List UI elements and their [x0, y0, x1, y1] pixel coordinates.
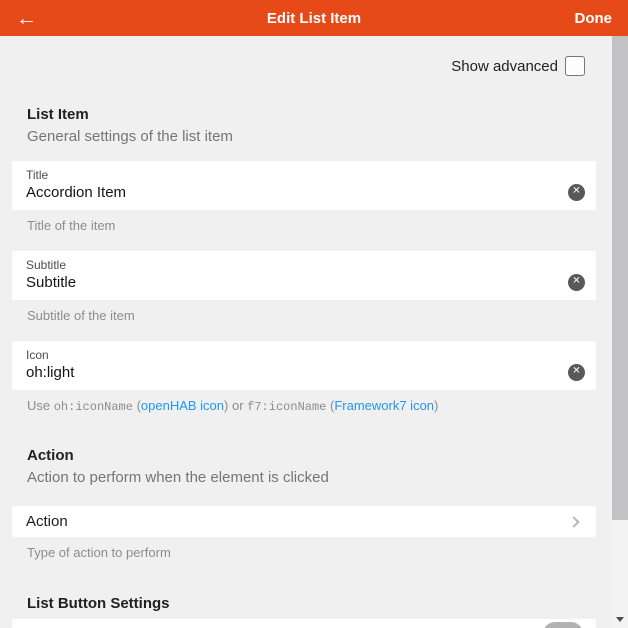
icon-hint-text: Use	[27, 398, 54, 413]
list-button-card	[12, 619, 596, 628]
show-advanced-checkbox[interactable]	[565, 56, 585, 76]
show-advanced-row: Show advanced	[0, 56, 585, 76]
action-row[interactable]: Action	[12, 506, 596, 537]
icon-input[interactable]	[26, 363, 536, 383]
icon-hint-text: ) or	[224, 398, 247, 413]
subtitle-field-hint: Subtitle of the item	[27, 308, 601, 323]
edit-list-item-page: Show advanced List Item General settings…	[0, 36, 628, 628]
section-desc-list-item: General settings of the list item	[27, 129, 601, 145]
icon-hint-mono-f7: f7:iconName	[247, 400, 326, 414]
page-title: Edit List Item	[0, 10, 628, 27]
back-arrow-icon[interactable]: ←	[16, 8, 56, 29]
scroll-down-arrow-icon	[616, 617, 624, 622]
subtitle-field-label: Subtitle	[26, 257, 582, 273]
clear-title-button[interactable]: ✕	[568, 184, 585, 201]
icon-field-label: Icon	[26, 347, 582, 363]
title-field-label: Title	[26, 167, 582, 183]
title-input[interactable]	[26, 183, 536, 203]
clear-icon-button[interactable]: ✕	[568, 364, 585, 381]
chevron-right-icon	[568, 516, 579, 527]
section-title-list-button-settings: List Button Settings	[27, 596, 601, 612]
icon-field-hint: Use oh:iconName (openHAB icon) or f7:ico…	[27, 398, 601, 415]
title-field-card: Title ✕	[12, 161, 596, 210]
clear-x-icon: ✕	[572, 187, 580, 197]
subtitle-field-card: Subtitle ✕	[12, 251, 596, 300]
clear-x-icon: ✕	[572, 277, 580, 287]
vertical-scrollbar	[612, 36, 628, 628]
icon-hint-text: (	[133, 398, 141, 413]
icon-hint-mono-oh: oh:iconName	[54, 400, 133, 414]
openhab-icon-link[interactable]: openHAB icon	[141, 398, 224, 413]
framework7-icon-link[interactable]: Framework7 icon	[334, 398, 434, 413]
section-desc-action: Action to perform when the element is cl…	[27, 470, 601, 486]
subtitle-input[interactable]	[26, 273, 536, 293]
navbar: ← Edit List Item Done	[0, 0, 628, 36]
icon-field-card: Icon ✕	[12, 341, 596, 390]
done-button[interactable]: Done	[575, 10, 613, 27]
section-title-list-item: List Item	[27, 107, 601, 123]
action-row-label: Action	[26, 513, 68, 530]
scrollbar-thumb[interactable]	[612, 36, 628, 520]
icon-hint-text: )	[434, 398, 438, 413]
title-field-hint: Title of the item	[27, 218, 601, 233]
section-title-action: Action	[27, 448, 601, 464]
scrollbar-down-button[interactable]	[612, 611, 628, 628]
show-advanced-label[interactable]: Show advanced	[451, 58, 558, 75]
clear-subtitle-button[interactable]: ✕	[568, 274, 585, 291]
action-hint: Type of action to perform	[27, 545, 601, 560]
list-button-toggle[interactable]	[543, 622, 583, 628]
clear-x-icon: ✕	[572, 367, 580, 377]
